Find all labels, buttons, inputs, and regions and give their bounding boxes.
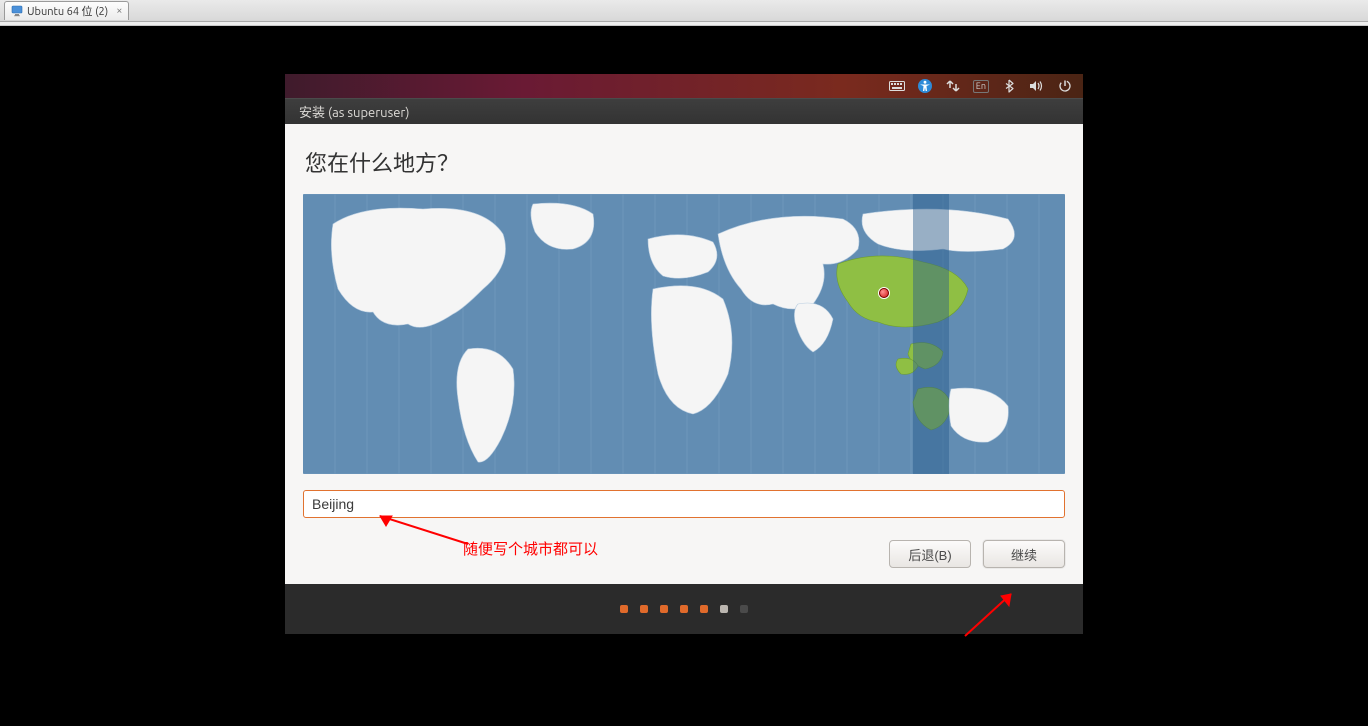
keyboard-icon[interactable]: [889, 78, 905, 94]
volume-icon[interactable]: [1029, 78, 1045, 94]
menubar: En: [285, 74, 1083, 98]
progress-dot: [640, 605, 648, 613]
installer-window: En 安装 (as superuser) 您在什么地方？: [285, 74, 1083, 634]
vm-tab-bar: Ubuntu 64 位 (2) ×: [0, 0, 1368, 22]
progress-dot: [700, 605, 708, 613]
progress-dot: [660, 605, 668, 613]
monitor-icon: [11, 5, 23, 17]
vm-tab[interactable]: Ubuntu 64 位 (2) ×: [4, 1, 129, 20]
progress-dot: [620, 605, 628, 613]
vm-viewport: En 安装 (as superuser) 您在什么地方？: [0, 26, 1368, 726]
window-title: 安装 (as superuser): [299, 102, 409, 121]
window-titlebar: 安装 (as superuser): [285, 98, 1083, 124]
input-lang-indicator[interactable]: En: [973, 80, 989, 93]
timezone-map[interactable]: [303, 194, 1065, 474]
bluetooth-icon[interactable]: [1001, 78, 1017, 94]
page-title: 您在什么地方？: [303, 146, 1065, 178]
map-pin: [879, 288, 889, 298]
progress-dot: [740, 605, 748, 613]
annotation-area: 随便写个城市都可以: [303, 518, 1065, 568]
vm-tab-label: Ubuntu 64 位 (2): [27, 3, 108, 19]
annotation-arrow-2: [957, 584, 1027, 644]
timezone-highlight: [913, 194, 949, 474]
network-icon[interactable]: [945, 78, 961, 94]
annotation-arrow-1: [368, 510, 478, 550]
accessibility-icon[interactable]: [917, 78, 933, 94]
progress-dot: [720, 605, 728, 613]
close-icon[interactable]: ×: [116, 5, 122, 17]
annotation-text: 随便写个城市都可以: [463, 538, 598, 559]
world-map-svg: [303, 194, 1065, 474]
content-area: 您在什么地方？: [285, 124, 1083, 584]
power-icon[interactable]: [1057, 78, 1073, 94]
progress-dot: [680, 605, 688, 613]
